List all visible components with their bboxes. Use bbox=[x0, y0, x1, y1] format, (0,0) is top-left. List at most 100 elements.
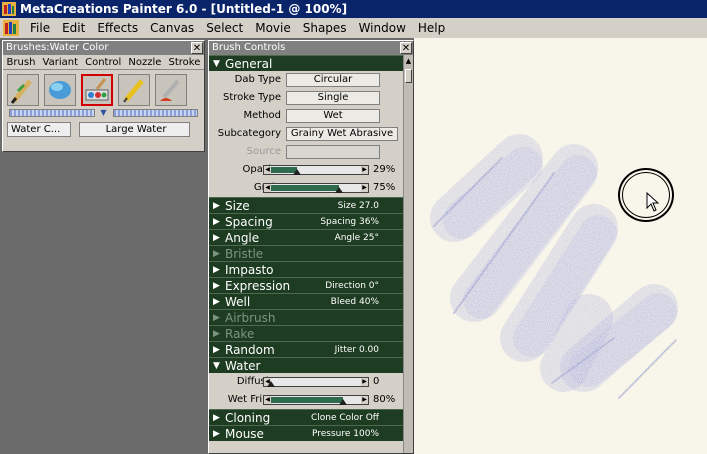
triangle-right-icon: ▶ bbox=[213, 313, 220, 323]
brush-category-field[interactable]: Water C... bbox=[7, 122, 71, 137]
section-angle[interactable]: ▶ Angle Angle 25° bbox=[209, 229, 403, 245]
grain-row: Grain ◀ ▶ 75% bbox=[209, 179, 403, 197]
menu-movie[interactable]: Movie bbox=[249, 18, 297, 38]
section-summary: Size 27.0 bbox=[337, 201, 379, 211]
controls-scrollbar[interactable]: ▲ bbox=[403, 55, 413, 453]
menu-file[interactable]: File bbox=[24, 18, 56, 38]
scroll-up-icon[interactable]: ▲ bbox=[404, 55, 413, 67]
menu-window[interactable]: Window bbox=[353, 18, 412, 38]
wet-fringe-row: Wet Fringe ◀ ▶ 80% bbox=[209, 391, 403, 409]
controls-close-icon[interactable]: ✕ bbox=[400, 42, 412, 54]
section-cloning[interactable]: ▶ Cloning Clone Color Off bbox=[209, 409, 403, 425]
menu-edit[interactable]: Edit bbox=[56, 18, 91, 38]
section-spacing[interactable]: ▶ Spacing Spacing 36% bbox=[209, 213, 403, 229]
section-general[interactable]: ▼ General bbox=[209, 55, 403, 71]
water-color-icon[interactable] bbox=[81, 74, 113, 106]
window-title: MetaCreations Painter 6.0 - [Untitled-1 … bbox=[20, 2, 348, 16]
section-random[interactable]: ▶ Random Jitter 0.00 bbox=[209, 341, 403, 357]
tab-nozzle[interactable]: Nozzle bbox=[128, 55, 161, 69]
brush-controls-title-text: Brush Controls bbox=[212, 42, 286, 53]
strip-left bbox=[9, 109, 95, 117]
wet-fringe-value: 80% bbox=[373, 394, 396, 405]
scrollbar-thumb[interactable] bbox=[405, 69, 412, 83]
pencil-icon[interactable] bbox=[118, 74, 150, 106]
menu-canvas[interactable]: Canvas bbox=[144, 18, 200, 38]
slider-right-arrow-icon[interactable]: ▶ bbox=[361, 184, 368, 192]
slider-right-arrow-icon[interactable]: ▶ bbox=[361, 378, 368, 386]
wet-fringe-slider-thumb[interactable] bbox=[339, 399, 347, 405]
triangle-right-icon: ▶ bbox=[213, 249, 220, 259]
document-canvas[interactable] bbox=[414, 38, 707, 454]
brush-controls-title[interactable]: Brush Controls ✕ bbox=[209, 41, 413, 55]
diffusion-slider-thumb[interactable] bbox=[267, 381, 275, 387]
section-impasto[interactable]: ▶ Impasto bbox=[209, 261, 403, 277]
triangle-right-icon: ▶ bbox=[213, 201, 220, 211]
chevron-down-icon[interactable]: ▼ bbox=[95, 109, 113, 117]
stroke-type-select[interactable]: Single bbox=[286, 91, 380, 105]
subcategory-select[interactable]: Grainy Wet Abrasive bbox=[286, 127, 398, 141]
opacity-slider-thumb[interactable] bbox=[293, 169, 301, 175]
menu-shapes[interactable]: Shapes bbox=[297, 18, 353, 38]
stroke-type-label: Stroke Type bbox=[222, 92, 281, 103]
triangle-down-icon: ▼ bbox=[213, 59, 220, 69]
opacity-value: 29% bbox=[373, 164, 396, 175]
tab-variant[interactable]: Variant bbox=[43, 55, 78, 69]
section-size[interactable]: ▶ Size Size 27.0 bbox=[209, 197, 403, 213]
diffusion-row: Diffusion ◀ ▶ 0 bbox=[209, 373, 403, 391]
section-summary: Clone Color Off bbox=[310, 413, 379, 423]
strip-right bbox=[112, 109, 198, 117]
wet-fringe-slider-fill bbox=[271, 397, 343, 403]
airbrush-icon[interactable] bbox=[155, 74, 187, 106]
slider-right-arrow-icon[interactable]: ▶ bbox=[361, 166, 368, 174]
cloud-brush-icon[interactable] bbox=[44, 74, 76, 106]
grain-slider[interactable]: ◀ ▶ bbox=[263, 183, 369, 193]
tab-brush[interactable]: Brush bbox=[7, 55, 36, 69]
section-label: Mouse bbox=[225, 427, 264, 441]
opacity-row: Opacity ◀ ▶ 29% bbox=[209, 161, 403, 179]
diffusion-slider[interactable]: ◀ ▶ bbox=[263, 377, 369, 387]
tab-stroke[interactable]: Stroke bbox=[169, 55, 201, 69]
dab-type-label: Dab Type bbox=[234, 74, 281, 85]
tab-control[interactable]: Control bbox=[85, 55, 121, 69]
painter-app-icon[interactable] bbox=[2, 2, 16, 16]
slider-left-arrow-icon[interactable]: ◀ bbox=[264, 166, 271, 174]
section-summary: Direction 0° bbox=[325, 281, 379, 291]
triangle-right-icon: ▶ bbox=[213, 217, 220, 227]
brushes-palette: Brushes:Water Color ✕ Brush Variant Cont… bbox=[2, 40, 205, 152]
menu-effects[interactable]: Effects bbox=[91, 18, 144, 38]
slider-right-arrow-icon[interactable]: ▶ bbox=[361, 396, 368, 404]
slider-left-arrow-icon[interactable]: ◀ bbox=[264, 396, 271, 404]
brushes-palette-title[interactable]: Brushes:Water Color ✕ bbox=[3, 41, 204, 55]
triangle-right-icon: ▶ bbox=[213, 413, 220, 423]
menu-help[interactable]: Help bbox=[412, 18, 451, 38]
dab-type-select[interactable]: Circular bbox=[286, 73, 380, 87]
section-well[interactable]: ▶ Well Bleed 40% bbox=[209, 293, 403, 309]
slider-left-arrow-icon[interactable]: ◀ bbox=[264, 184, 271, 192]
triangle-right-icon: ▶ bbox=[213, 281, 220, 291]
document-icon[interactable] bbox=[2, 19, 20, 37]
section-label: Angle bbox=[225, 231, 260, 245]
brushes-close-icon[interactable]: ✕ bbox=[191, 42, 203, 54]
section-water[interactable]: ▼ Water bbox=[209, 357, 403, 373]
method-select[interactable]: Wet bbox=[286, 109, 380, 123]
section-label: Well bbox=[225, 295, 251, 309]
brush-variant-strip[interactable]: ▼ bbox=[9, 109, 198, 117]
triangle-right-icon: ▶ bbox=[213, 345, 220, 355]
section-label: Impasto bbox=[225, 263, 274, 277]
collapsed-sections: ▶ Size Size 27.0 ▶ Spacing Spacing 36% ▶ Angle A… bbox=[209, 197, 403, 357]
brush-variant-field[interactable]: Large Water bbox=[79, 122, 190, 137]
section-mouse[interactable]: ▶ Mouse Pressure 100% bbox=[209, 425, 403, 441]
brush-selector-fields: Water C... Large Water bbox=[7, 122, 200, 137]
section-general-label: General bbox=[225, 57, 273, 71]
menu-select[interactable]: Select bbox=[200, 18, 249, 38]
triangle-right-icon: ▶ bbox=[213, 329, 220, 339]
wet-fringe-slider[interactable]: ◀ ▶ bbox=[263, 395, 369, 405]
felt-pen-icon[interactable] bbox=[7, 74, 39, 106]
section-expression[interactable]: ▶ Expression Direction 0° bbox=[209, 277, 403, 293]
title-bar: MetaCreations Painter 6.0 - [Untitled-1 … bbox=[0, 0, 707, 18]
opacity-slider[interactable]: ◀ ▶ bbox=[263, 165, 369, 175]
brush-controls-body: ▼ General Dab Type Circular Stroke Type … bbox=[209, 55, 403, 453]
section-label: Cloning bbox=[225, 411, 271, 425]
grain-slider-thumb[interactable] bbox=[335, 187, 343, 193]
bottom-sections: ▶ Cloning Clone Color Off ▶ Mouse Pressure 10… bbox=[209, 409, 403, 441]
